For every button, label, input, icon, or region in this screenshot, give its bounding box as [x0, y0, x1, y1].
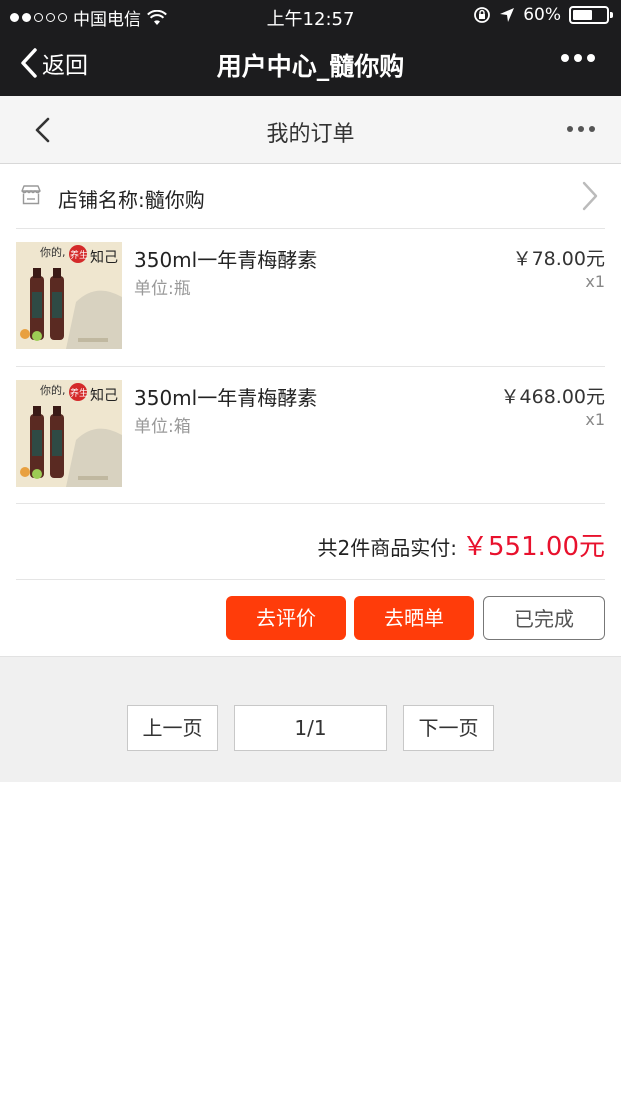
next-page-button[interactable]: 下一页	[403, 705, 494, 751]
battery-icon	[569, 6, 613, 24]
review-button[interactable]: 去评价	[226, 596, 346, 640]
product-unit: 单位:瓶	[134, 279, 191, 299]
total-label: 共2件商品实付:	[317, 536, 457, 560]
status-bar: 中国电信 上午12:57 60%	[0, 0, 621, 32]
shop-name: 店铺名称:髓你购	[58, 188, 205, 212]
total-amount: ￥551.00元	[462, 532, 605, 562]
dot	[578, 126, 584, 132]
product-thumbnail: 你的, 养生 知己	[16, 380, 122, 487]
dot	[587, 54, 595, 62]
thumb-text: 知己	[90, 387, 118, 404]
thumb-badge: 养生	[70, 387, 88, 399]
shop-row[interactable]: 店铺名称:髓你购	[0, 166, 621, 228]
page-header: 我的订单	[0, 96, 621, 164]
prev-page-button[interactable]: 上一页	[127, 705, 218, 751]
more-dots-icon[interactable]	[561, 54, 595, 62]
dot	[561, 54, 569, 62]
product-unit: 单位:箱	[134, 417, 191, 437]
order-actions: 去评价 去晒单 已完成	[0, 580, 621, 656]
thumb-text: 你的,	[40, 383, 66, 397]
wechat-title: 用户中心_髓你购	[216, 52, 405, 81]
thumb-badge: 养生	[70, 249, 88, 261]
product-price: ￥468.00元	[500, 386, 605, 408]
page-indicator[interactable]: 1/1	[234, 705, 387, 751]
location-arrow-icon	[500, 8, 515, 22]
battery-cap	[610, 12, 613, 18]
more-dots-icon[interactable]	[567, 126, 595, 132]
battery-percent: 60%	[523, 5, 561, 25]
product-quantity: x1	[585, 410, 605, 429]
thumb-text: 知己	[90, 249, 118, 266]
top-bar: 中国电信 上午12:57 60% 返回 用户中心_髓你购	[0, 0, 621, 96]
product-name: 350ml一年青梅酵素	[134, 248, 318, 272]
product-quantity: x1	[585, 272, 605, 291]
order-item[interactable]: 你的, 养生 知己 350ml一年青梅酵素 单位:瓶 ￥78.00元 x1	[0, 228, 621, 366]
dot	[589, 126, 595, 132]
product-name: 350ml一年青梅酵素	[134, 386, 318, 410]
share-order-button[interactable]: 去晒单	[354, 596, 474, 640]
wechat-title-bar: 返回 用户中心_髓你购	[0, 32, 621, 96]
battery-fill	[573, 10, 592, 20]
chevron-right-icon	[582, 181, 598, 211]
orientation-lock-icon	[474, 7, 491, 23]
order-total-row: 共2件商品实付: ￥551.00元	[0, 504, 621, 580]
pagination: 上一页 1/1 下一页	[0, 656, 621, 782]
dot	[574, 54, 582, 62]
order-item[interactable]: 你的, 养生 知己 350ml一年青梅酵素 单位:箱 ￥468.00元 x1	[0, 366, 621, 504]
product-image: 你的, 养生 知己	[16, 242, 122, 349]
completed-button[interactable]: 已完成	[483, 596, 605, 640]
status-right: 60%	[473, 5, 613, 25]
product-image: 你的, 养生 知己	[16, 380, 122, 487]
thumb-text: 你的,	[40, 245, 66, 259]
dot	[567, 126, 573, 132]
page-title: 我的订单	[266, 122, 355, 147]
product-thumbnail: 你的, 养生 知己	[16, 242, 122, 349]
store-icon	[21, 185, 41, 205]
product-price: ￥78.00元	[512, 248, 605, 270]
